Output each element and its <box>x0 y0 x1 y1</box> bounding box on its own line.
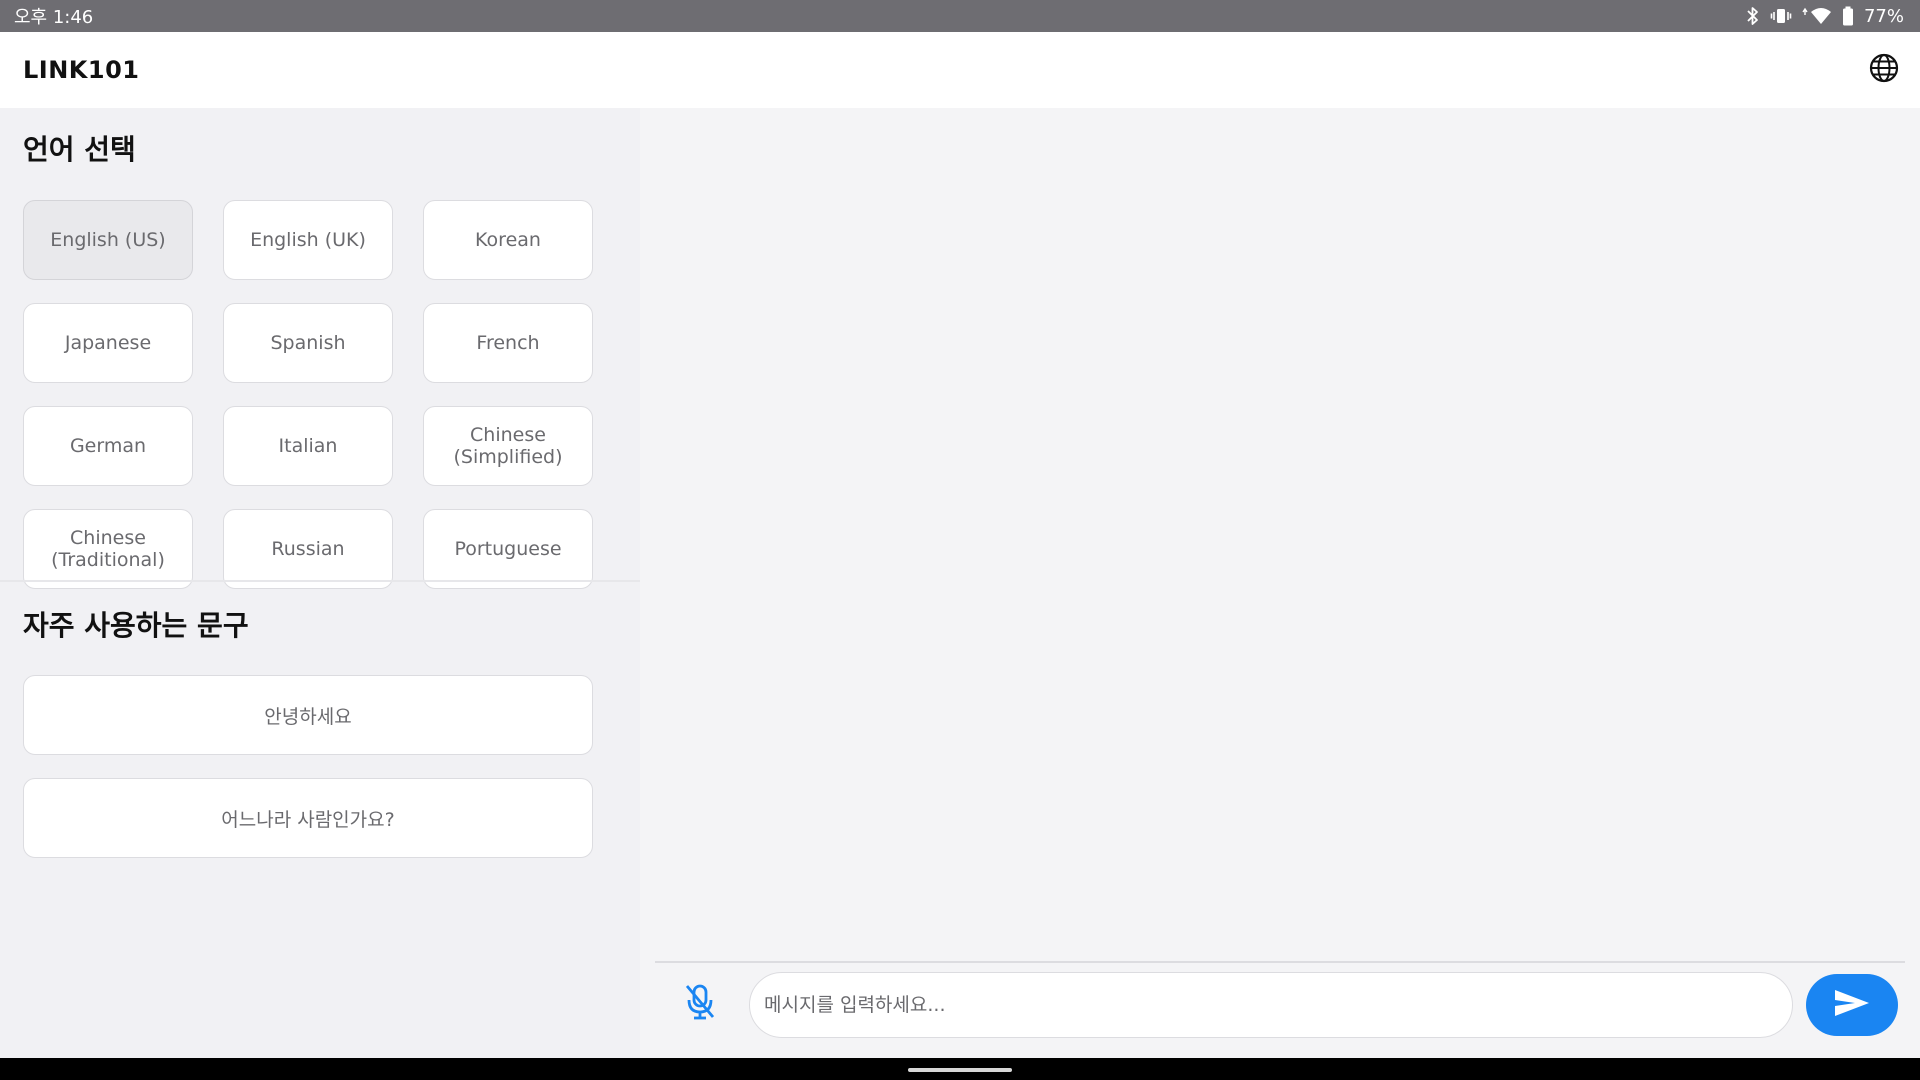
language-grid-scroll[interactable]: English (US) English (UK) Korean Japanes… <box>0 200 640 670</box>
status-icons: 77% <box>1746 6 1904 27</box>
globe-icon <box>1868 52 1900 88</box>
language-grid: English (US) English (UK) Korean Japanes… <box>23 200 593 589</box>
send-button[interactable] <box>1806 974 1898 1036</box>
chat-area <box>640 108 1920 1058</box>
language-option[interactable]: French <box>423 303 593 383</box>
language-option[interactable]: English (UK) <box>223 200 393 280</box>
language-option[interactable]: Spanish <box>223 303 393 383</box>
mic-off-icon <box>683 983 717 1025</box>
status-time: 오후 1:46 <box>14 7 94 28</box>
language-option[interactable]: Chinese (Simplified) <box>423 406 593 486</box>
phrases-section-title: 자주 사용하는 문구 <box>23 609 249 642</box>
phrase-button[interactable]: 어느나라 사람인가요? <box>23 778 593 858</box>
vibrate-icon <box>1770 7 1792 25</box>
status-bar: 오후 1:46 77% <box>0 0 1920 32</box>
language-option[interactable]: English (US) <box>23 200 193 280</box>
battery-percent: 77% <box>1863 5 1904 27</box>
language-option[interactable]: Korean <box>423 200 593 280</box>
wifi-icon <box>1802 6 1832 26</box>
send-icon <box>1833 988 1871 1022</box>
language-option[interactable]: Italian <box>223 406 393 486</box>
section-divider <box>0 580 640 582</box>
composer-divider <box>655 961 1905 963</box>
language-globe-button[interactable] <box>1862 48 1906 92</box>
mic-button[interactable] <box>672 976 728 1032</box>
language-option[interactable]: Russian <box>223 509 393 589</box>
message-input[interactable] <box>749 972 1793 1038</box>
phrase-button[interactable]: 안녕하세요 <box>23 675 593 755</box>
language-option[interactable]: Japanese <box>23 303 193 383</box>
app-title: LINK101 <box>23 56 140 84</box>
language-option[interactable]: German <box>23 406 193 486</box>
left-panel: 언어 선택 English (US) English (UK) Korean J… <box>0 108 640 1058</box>
language-option[interactable]: Portuguese <box>423 509 593 589</box>
battery-icon <box>1842 6 1854 26</box>
bluetooth-icon <box>1746 6 1760 26</box>
navigation-bar <box>0 1058 1920 1080</box>
language-option[interactable]: Chinese (Traditional) <box>23 509 193 589</box>
language-section-title: 언어 선택 <box>23 133 136 166</box>
home-gesture-handle[interactable] <box>908 1068 1012 1072</box>
app-bar: LINK101 <box>0 32 1920 108</box>
